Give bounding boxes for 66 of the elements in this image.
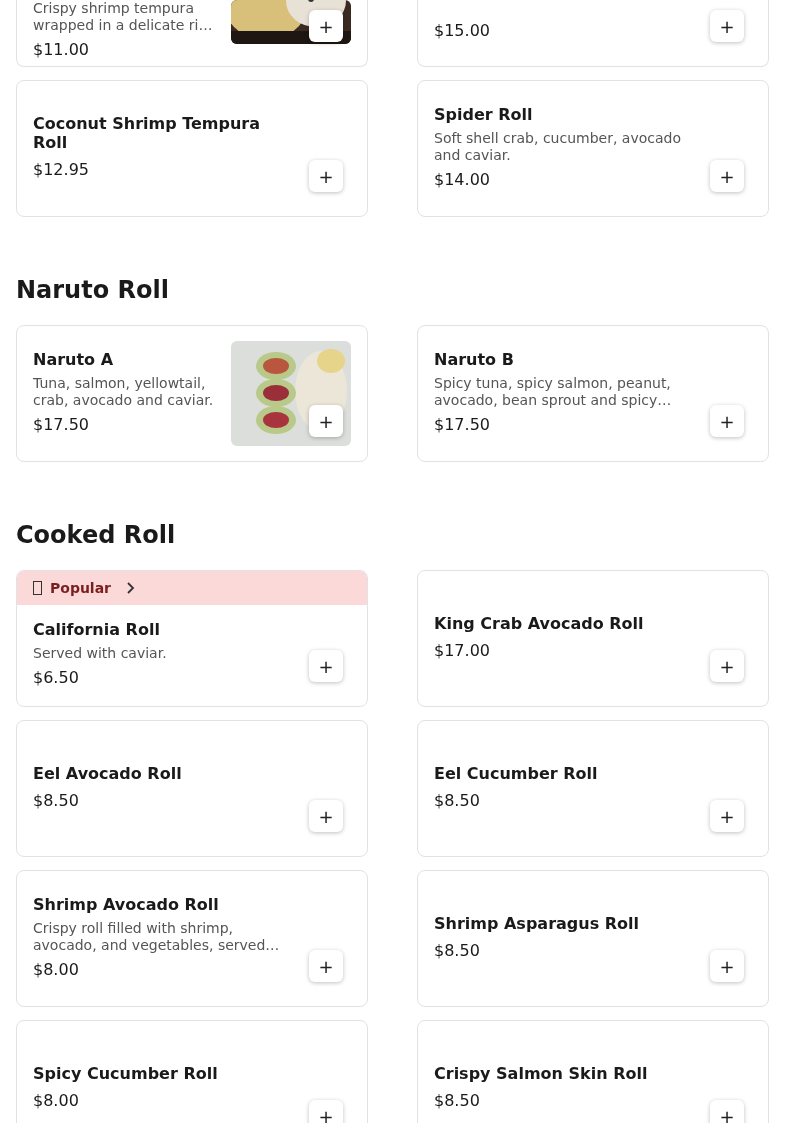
item-price: $12.95	[33, 159, 90, 181]
add-button[interactable]: +	[309, 405, 343, 437]
menu-item-card[interactable]: Spider Roll Soft shell crab, cucumber, avocado and caviar. $14.00 +	[417, 80, 769, 217]
menu-item-card[interactable]: Eel Cucumber Roll $8.50 +	[417, 720, 769, 857]
menu-item-card[interactable]: Coconut Shrimp Tempura Roll $12.95 +	[16, 80, 368, 217]
item-description: Soft shell crab, cucumber, avocado and caviar.	[434, 129, 682, 164]
item-price: $17.00	[434, 639, 491, 662]
item-name: Eel Avocado Roll	[33, 763, 183, 783]
item-description: Served with caviar.	[33, 645, 168, 662]
menu-item-card[interactable]: Eel Avocado Roll $8.50 +	[16, 720, 368, 857]
item-name: Spider Roll	[434, 104, 534, 124]
add-button[interactable]: +	[710, 160, 744, 192]
item-description: Tuna, salmon, yellowtail, crab, avocado and caviar.	[33, 375, 215, 409]
item-description: Spicy tuna, spicy salmon, peanut, avocado, bean sprout and spicy…	[434, 374, 673, 409]
item-name: Crispy Salmon Skin Roll	[434, 1063, 649, 1083]
section-title: Cooked Roll	[16, 520, 177, 550]
missing-glyph-icon	[33, 581, 42, 595]
add-button[interactable]: +	[309, 800, 343, 832]
add-button[interactable]: +	[309, 10, 343, 42]
item-description: Crispy roll filled with shrimp, avocado, and vegetables, served…	[33, 919, 281, 954]
add-button[interactable]: +	[710, 950, 744, 982]
item-price: $17.50	[434, 413, 491, 436]
item-price: $8.50	[33, 789, 80, 812]
menu-item-card[interactable]: Shrimp Asparagus Roll $8.50 +	[417, 870, 769, 1007]
add-button[interactable]: +	[710, 800, 744, 832]
menu-item-card[interactable]: Crispy Salmon Skin Roll $8.50 +	[417, 1020, 769, 1123]
menu-item-card[interactable]: Naruto A Tuna, salmon, yellowtail, crab, avocado and caviar. $17.50 +	[16, 325, 368, 462]
item-name: California Roll	[33, 620, 161, 639]
item-name: King Crab Avocado Roll	[434, 613, 645, 633]
item-price: $14.00	[434, 168, 491, 191]
menu-item-card[interactable]: King Crab Avocado Roll $17.00 +	[417, 570, 769, 707]
add-button[interactable]: +	[309, 1100, 343, 1123]
badge-label: Popular	[50, 580, 112, 596]
chevron-right-icon	[125, 581, 136, 595]
item-price: $8.50	[434, 1089, 481, 1112]
item-price: $6.50	[33, 667, 80, 689]
item-price: $8.00	[33, 958, 80, 981]
item-name: Naruto B	[434, 349, 515, 369]
menu-item-card[interactable]: Naruto B Spicy tuna, spicy salmon, peanut, avocado, bean sprout and spicy… $17.50 +	[417, 325, 769, 462]
item-name: Eel Cucumber Roll	[434, 763, 599, 783]
popular-banner[interactable]: Popular	[17, 571, 367, 605]
item-price: $8.00	[33, 1089, 80, 1112]
item-name: Shrimp Asparagus Roll	[434, 913, 641, 933]
item-price: $11.00	[33, 39, 90, 61]
item-price: $15.00	[434, 20, 491, 42]
add-button[interactable]: +	[710, 1100, 744, 1123]
add-button[interactable]: +	[309, 650, 343, 682]
menu-item-card[interactable]: $15.00 +	[417, 0, 769, 67]
add-button[interactable]: +	[710, 405, 744, 437]
item-name: Naruto A	[33, 350, 115, 369]
menu-item-card[interactable]: Crispy shrimp tempura wrapped in a delicate ri… $11.00 +	[16, 0, 368, 67]
item-description: Crispy shrimp tempura wrapped in a delicate ri…	[33, 0, 214, 34]
add-button[interactable]: +	[309, 950, 343, 982]
item-name: Spicy Cucumber Roll	[33, 1063, 219, 1083]
section-title: Naruto Roll	[16, 275, 170, 305]
menu-item-card[interactable]: Shrimp Avocado Roll Crispy roll filled with shrimp, avocado, and vegetables, served… $8.00 +	[16, 870, 368, 1007]
item-price: $8.50	[434, 789, 481, 812]
add-button[interactable]: +	[309, 160, 343, 192]
item-name: Coconut Shrimp Tempura Roll	[33, 114, 262, 152]
add-button[interactable]: +	[710, 10, 744, 42]
item-price: $17.50	[33, 414, 90, 436]
menu-item-card[interactable]: Spicy Cucumber Roll $8.00 +	[16, 1020, 368, 1123]
menu-item-card[interactable]: Popular California Roll Served with caviar. $6.50 +	[16, 570, 368, 707]
item-price: $8.50	[434, 939, 481, 962]
add-button[interactable]: +	[710, 650, 744, 682]
item-name: Shrimp Avocado Roll	[33, 894, 220, 914]
